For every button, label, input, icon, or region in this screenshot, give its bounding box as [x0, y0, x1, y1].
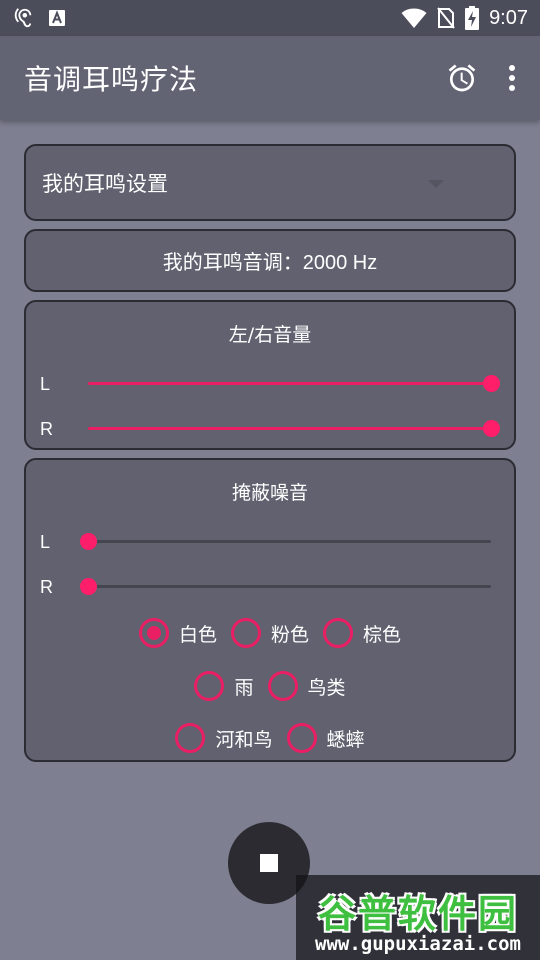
radio-circle[interactable] [323, 618, 353, 648]
pitch-label: 我的耳鸣音调：2000 Hz [162, 252, 378, 274]
masking-left-label: L [40, 532, 51, 552]
masking-left-slider[interactable] [80, 530, 491, 554]
app-bar: 音调耳鸣疗法 [0, 36, 540, 120]
radio-label: 雨 [234, 676, 254, 699]
radio-circle[interactable] [194, 671, 225, 701]
volume-right-label: R [40, 419, 53, 439]
profile-dropdown[interactable]: 我的耳鸣设置 [24, 144, 516, 221]
watermark-brand: 谷普软件园 [317, 892, 518, 936]
volume-left-label: L [40, 374, 51, 394]
radio-label: 白色 [178, 623, 217, 646]
radio-label: 棕色 [363, 623, 402, 646]
radio-white[interactable]: 白色 [138, 618, 217, 648]
noise-radio-row-2: 雨 鸟类 [26, 671, 514, 701]
radio-brown[interactable]: 棕色 [323, 618, 401, 648]
radio-circle[interactable] [267, 671, 298, 701]
masking-right-slider[interactable] [80, 575, 491, 599]
radio-pink[interactable]: 粉色 [230, 618, 309, 648]
slider-thumb[interactable] [80, 533, 97, 550]
hearing-icon [12, 7, 34, 29]
noise-radio-row-1: 白色 粉色 棕色 [26, 618, 514, 648]
battery-charging-icon [465, 6, 480, 30]
radio-circle[interactable] [138, 618, 169, 648]
volume-title: 左/右音量 [228, 324, 312, 346]
more-vert-icon[interactable] [508, 64, 516, 92]
noise-radio-row-3: 河和鸟 蟋蟀 [26, 723, 514, 753]
wifi-icon [401, 7, 427, 29]
slider-thumb[interactable] [483, 420, 500, 437]
alarm-icon[interactable] [446, 62, 478, 94]
slider-thumb[interactable] [483, 375, 500, 392]
stop-icon [260, 854, 278, 872]
slider-thumb[interactable] [80, 578, 97, 595]
radio-river-birds[interactable]: 河和鸟 [175, 723, 273, 753]
volume-card: 左/右音量 L R [24, 300, 516, 450]
radio-circle[interactable] [230, 618, 261, 648]
dropdown-arrow-icon [428, 180, 444, 188]
radio-circle[interactable] [286, 723, 317, 753]
masking-title: 掩蔽噪音 [231, 482, 308, 504]
volume-left-slider[interactable] [88, 372, 500, 396]
masking-right-label: R [40, 577, 53, 597]
radio-crickets[interactable]: 蟋蟀 [286, 723, 365, 753]
no-sim-icon [437, 7, 455, 29]
masking-card: 掩蔽噪音 L R 白色 粉色 棕色 雨 鸟类 河和鸟 蟋蟀 [24, 458, 516, 762]
radio-label: 粉色 [270, 623, 309, 646]
radio-label: 蟋蟀 [326, 728, 365, 751]
status-bar: 9:07 [0, 0, 540, 36]
a-accessibility-icon [48, 9, 66, 27]
watermark: 谷普软件园 www.gupuxiazai.com [296, 875, 540, 960]
app-title: 音调耳鸣疗法 [24, 63, 199, 96]
volume-right-slider[interactable] [88, 417, 500, 441]
radio-label: 鸟类 [307, 676, 346, 699]
radio-label: 河和鸟 [215, 728, 273, 751]
status-time: 9:07 [489, 6, 528, 29]
profile-dropdown-value: 我的耳鸣设置 [42, 171, 168, 196]
watermark-url: www.gupuxiazai.com [315, 933, 521, 955]
pitch-button[interactable]: 我的耳鸣音调：2000 Hz [24, 229, 516, 292]
radio-circle[interactable] [175, 723, 206, 753]
radio-rain[interactable]: 雨 [194, 671, 254, 701]
radio-birds[interactable]: 鸟类 [267, 671, 346, 701]
